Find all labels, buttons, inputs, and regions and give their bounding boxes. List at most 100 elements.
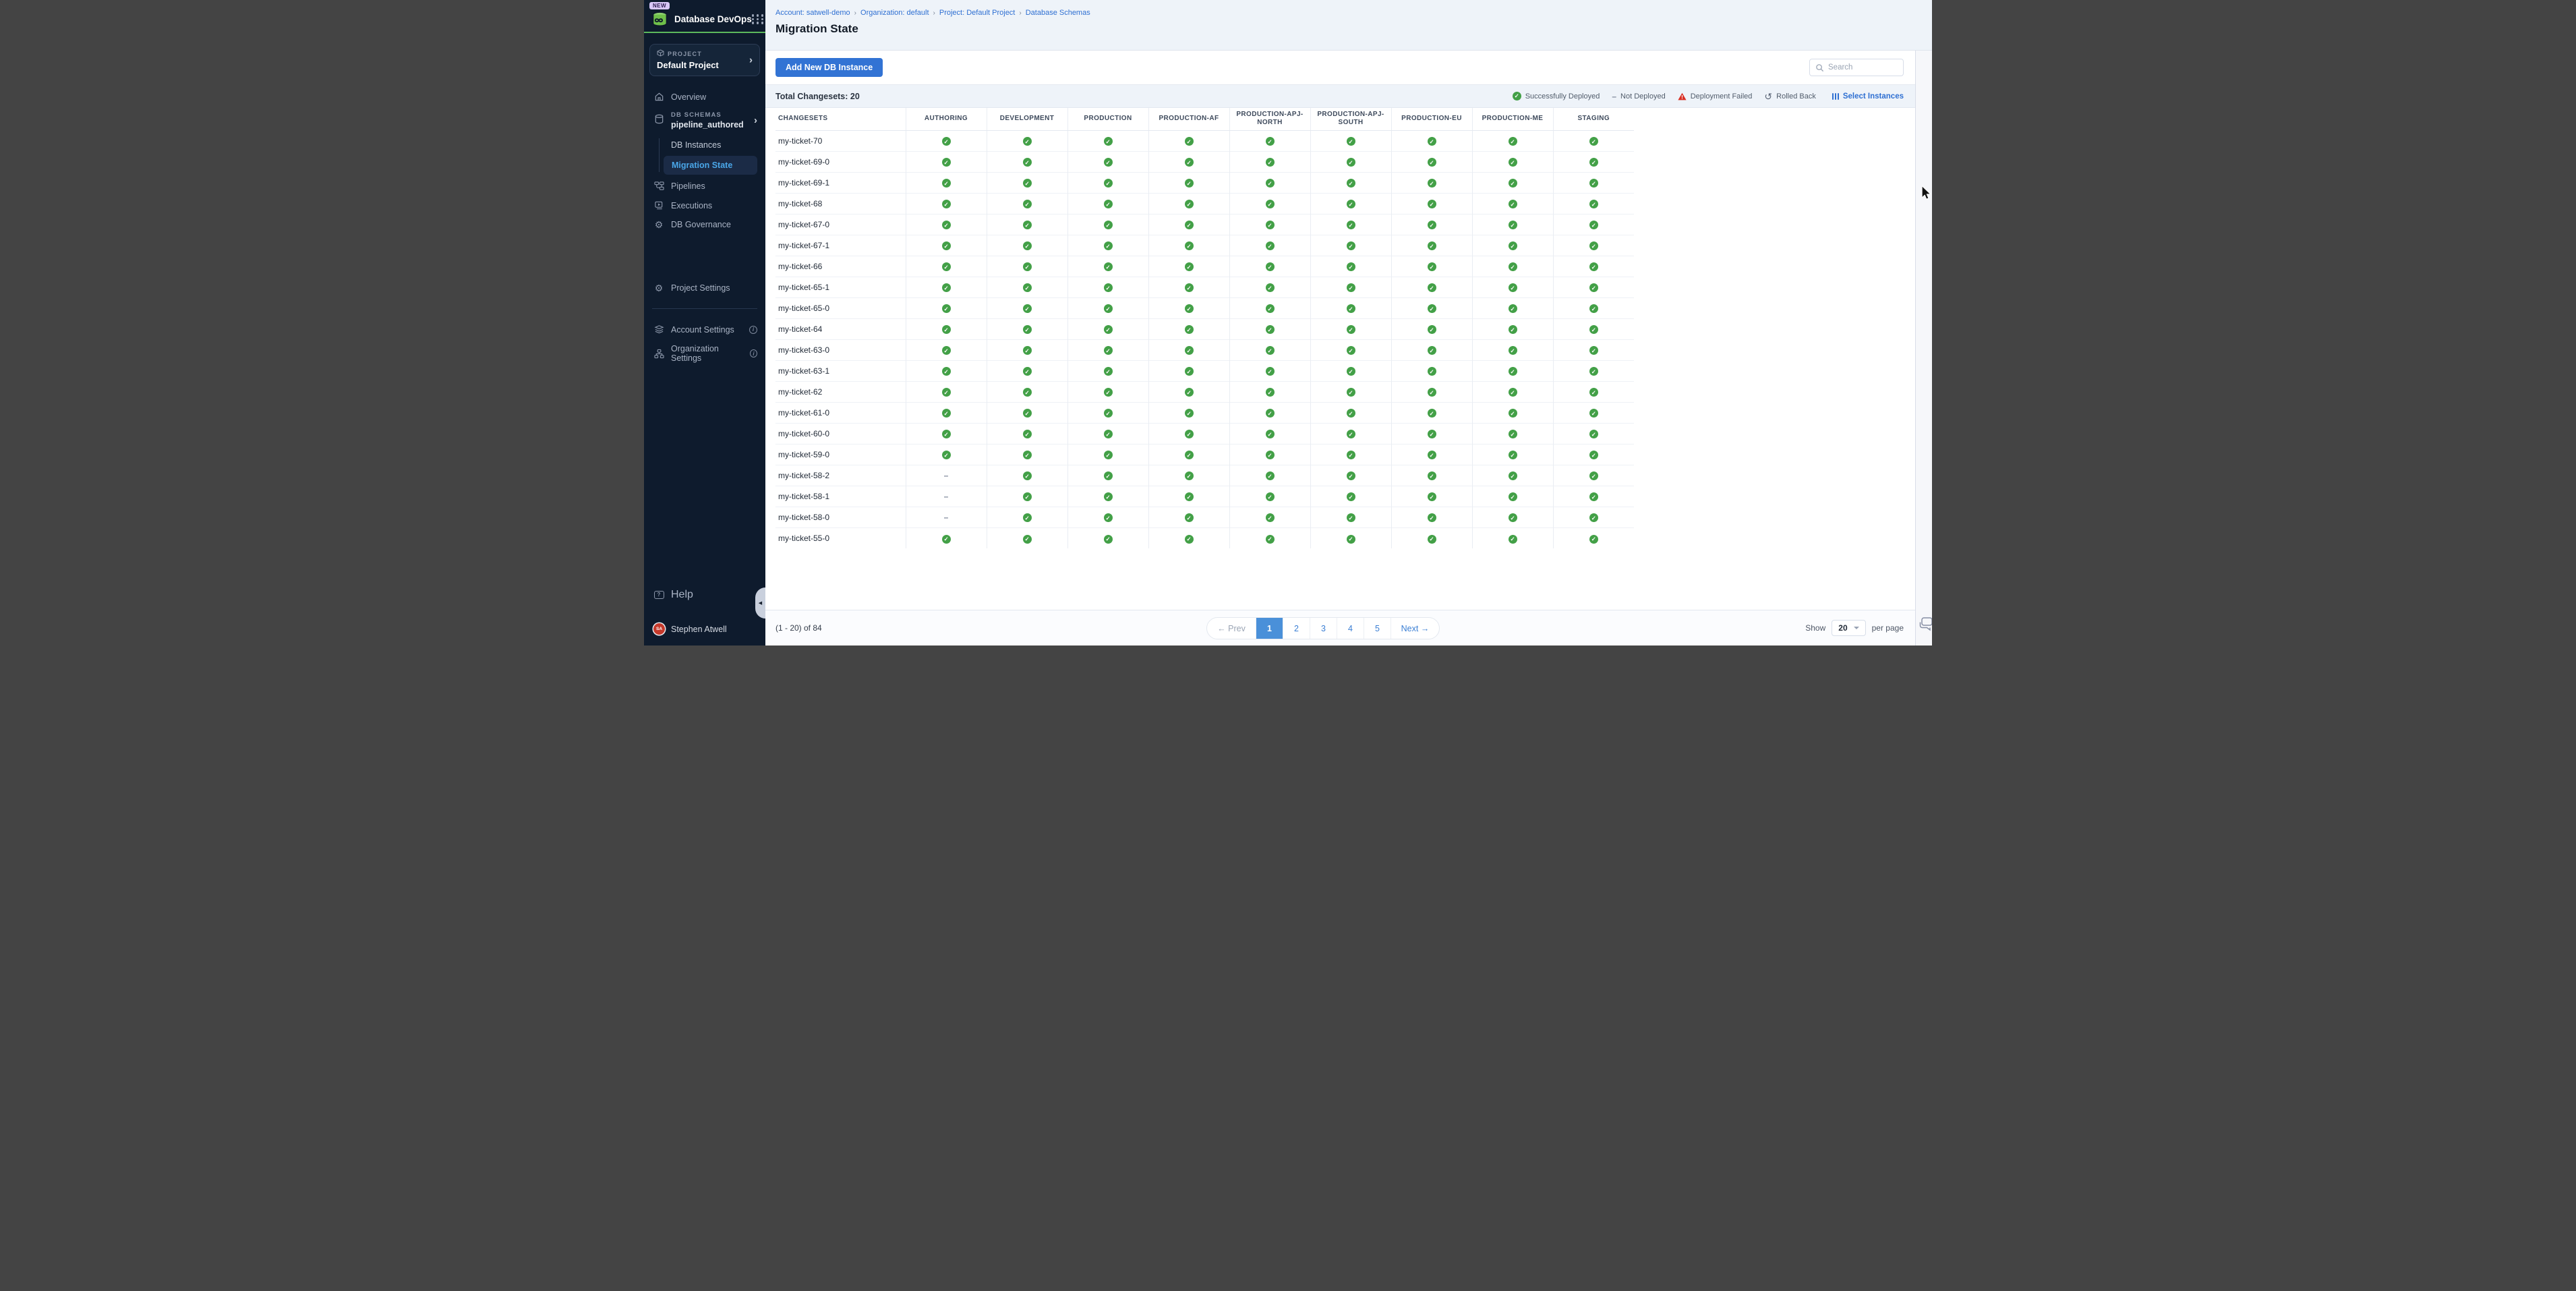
project-selector[interactable]: PROJECT Default Project › [649, 44, 760, 76]
changeset-name[interactable]: my-ticket-65-1 [775, 277, 906, 297]
status-cell: ✓ [1148, 297, 1229, 318]
search-input[interactable] [1828, 63, 1898, 71]
table-footer: (1 - 20) of 84 ← Prev 1 2 3 4 5 Next → S… [765, 610, 1932, 646]
page-button-2[interactable]: 2 [1283, 618, 1310, 639]
page-button-5[interactable]: 5 [1364, 618, 1391, 639]
deployed-check-icon: ✓ [1023, 471, 1032, 480]
sidebar-item-db-schemas[interactable]: DB SCHEMAS pipeline_authored › [644, 107, 765, 134]
deployed-check-icon: ✓ [1428, 137, 1436, 146]
page-size-select[interactable]: 20 [1832, 620, 1865, 636]
warning-triangle-icon [1678, 92, 1687, 101]
help-button[interactable]: ? Help [644, 584, 765, 606]
changeset-name[interactable]: my-ticket-63-1 [775, 360, 906, 381]
page-button-3[interactable]: 3 [1310, 618, 1337, 639]
deployed-check-icon: ✓ [1509, 221, 1517, 229]
changeset-name[interactable]: my-ticket-58-1 [775, 486, 906, 507]
status-cell: ✓ [1067, 297, 1148, 318]
sidebar-collapse-handle[interactable]: ◀ [755, 587, 765, 619]
changeset-name[interactable]: my-ticket-69-1 [775, 172, 906, 193]
sidebar-item-overview[interactable]: Overview [644, 87, 765, 107]
deployed-check-icon: ✓ [1589, 471, 1598, 480]
status-cell: ✓ [987, 444, 1067, 465]
status-cell: ✓ [987, 507, 1067, 527]
table-row: my-ticket-70✓✓✓✓✓✓✓✓✓ [775, 130, 1634, 151]
deployed-check-icon: ✓ [1266, 304, 1275, 313]
user-menu[interactable]: SA Stephen Atwell [644, 618, 765, 640]
deployed-check-icon: ✓ [1347, 200, 1355, 208]
sidebar-item-db-instances[interactable]: DB Instances [659, 136, 765, 154]
deployed-check-icon: ✓ [1428, 492, 1436, 501]
prev-page-button[interactable]: ← Prev [1207, 618, 1256, 639]
status-cell: ✓ [987, 486, 1067, 507]
legend-not-deployed: – Not Deployed [1612, 92, 1665, 101]
page-button-4[interactable]: 4 [1337, 618, 1364, 639]
deployed-check-icon: ✓ [1509, 513, 1517, 522]
changeset-name[interactable]: my-ticket-67-0 [775, 214, 906, 235]
deployed-check-icon: ✓ [1023, 430, 1032, 438]
deployed-check-icon: ✓ [1347, 221, 1355, 229]
breadcrumb-database-schemas[interactable]: Database Schemas [1026, 9, 1090, 17]
changeset-name[interactable]: my-ticket-59-0 [775, 444, 906, 465]
db-schemas-value: pipeline_authored [671, 120, 747, 130]
status-cell: ✓ [906, 151, 987, 172]
deployed-check-icon: ✓ [1266, 158, 1275, 167]
sidebar-item-pipelines[interactable]: Pipelines [644, 176, 765, 196]
changeset-name[interactable]: my-ticket-69-0 [775, 151, 906, 172]
status-cell: ✓ [1148, 444, 1229, 465]
sidebar-item-db-governance[interactable]: ⚙ DB Governance [644, 215, 765, 234]
apps-grid-icon[interactable] [752, 14, 765, 24]
deployed-check-icon: ✓ [1185, 451, 1194, 459]
sidebar-item-executions[interactable]: Executions [644, 196, 765, 215]
changeset-name[interactable]: my-ticket-65-0 [775, 297, 906, 318]
status-cell: ✓ [1472, 193, 1553, 214]
page-button-1[interactable]: 1 [1256, 618, 1283, 639]
changeset-name[interactable]: my-ticket-63-0 [775, 339, 906, 360]
changeset-name[interactable]: my-ticket-58-0 [775, 507, 906, 527]
changeset-name[interactable]: my-ticket-70 [775, 130, 906, 151]
deployed-check-icon: ✓ [1185, 409, 1194, 418]
search-box[interactable] [1809, 59, 1904, 76]
add-db-instance-button[interactable]: Add New DB Instance [775, 58, 883, 77]
select-instances-button[interactable]: Select Instances [1832, 92, 1904, 101]
deployed-check-icon: ✓ [1104, 451, 1113, 459]
changeset-name[interactable]: my-ticket-66 [775, 256, 906, 277]
status-cell: ✓ [987, 402, 1067, 423]
changeset-name[interactable]: my-ticket-60-0 [775, 423, 906, 444]
status-cell: ✓ [1229, 235, 1310, 256]
sidebar-item-migration-state[interactable]: Migration State [664, 156, 757, 175]
changeset-name[interactable]: my-ticket-67-1 [775, 235, 906, 256]
next-page-button[interactable]: Next → [1391, 618, 1439, 639]
deployed-check-icon: ✓ [1509, 325, 1517, 334]
table-row: my-ticket-61-0✓✓✓✓✓✓✓✓✓ [775, 402, 1634, 423]
sidebar-item-organization-settings[interactable]: Organization Settings i [644, 339, 765, 368]
changeset-name[interactable]: my-ticket-61-0 [775, 402, 906, 423]
changeset-name[interactable]: my-ticket-55-0 [775, 527, 906, 548]
deployed-check-icon: ✓ [942, 388, 951, 397]
status-cell: ✓ [1229, 465, 1310, 486]
sidebar-item-account-settings[interactable]: Account Settings i [644, 320, 765, 339]
breadcrumb-account[interactable]: Account: satwell-demo [775, 9, 850, 17]
deployed-check-icon: ✓ [1266, 492, 1275, 501]
changeset-name[interactable]: my-ticket-58-2 [775, 465, 906, 486]
changeset-name[interactable]: my-ticket-62 [775, 381, 906, 402]
status-cell: ✓ [906, 339, 987, 360]
deployed-check-icon: ✓ [1347, 283, 1355, 292]
deployed-check-icon: ✓ [1428, 430, 1436, 438]
status-cell: ✓ [1148, 193, 1229, 214]
status-cell: ✓ [1472, 423, 1553, 444]
changeset-name[interactable]: my-ticket-64 [775, 318, 906, 339]
deployed-check-icon: ✓ [1104, 492, 1113, 501]
breadcrumb-organization[interactable]: Organization: default [860, 9, 929, 17]
breadcrumb-project[interactable]: Project: Default Project [939, 9, 1016, 17]
feedback-chat-icon[interactable] [1917, 616, 1932, 635]
status-cell: ✓ [987, 172, 1067, 193]
status-cell: ✓ [1472, 256, 1553, 277]
deployed-check-icon: ✓ [1104, 535, 1113, 544]
status-cell: ✓ [1310, 339, 1391, 360]
changeset-name[interactable]: my-ticket-68 [775, 193, 906, 214]
sidebar-item-project-settings[interactable]: ⚙ Project Settings [644, 279, 765, 297]
status-cell: ✓ [906, 256, 987, 277]
status-cell: ✓ [906, 527, 987, 548]
deployed-check-icon: ✓ [1266, 283, 1275, 292]
avatar: SA [653, 623, 665, 635]
